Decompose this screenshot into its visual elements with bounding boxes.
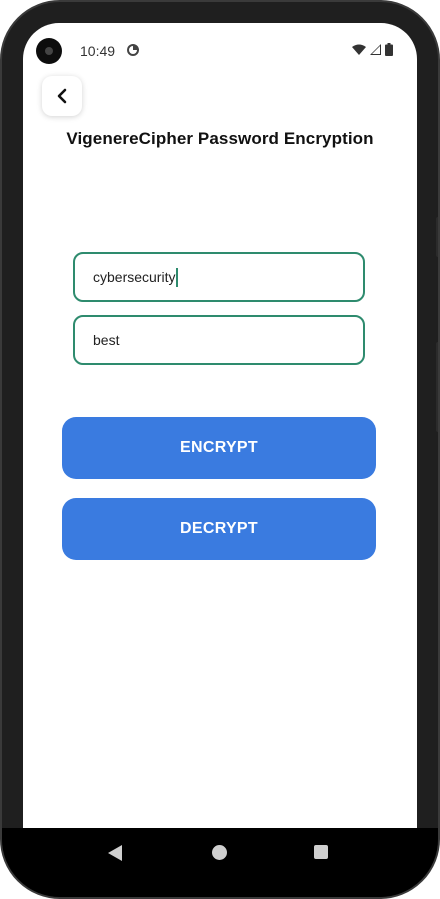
chevron-left-icon (57, 88, 67, 104)
text-cursor (176, 267, 179, 287)
status-time: 10:49 (80, 43, 116, 59)
nav-recents-icon[interactable] (314, 845, 328, 859)
status-bar: 10:49 (23, 23, 417, 79)
encrypt-button[interactable]: ENCRYPT (62, 417, 376, 479)
data-saver-icon (127, 44, 139, 56)
nav-back-icon[interactable] (108, 845, 122, 861)
battery-icon (385, 43, 393, 56)
status-icons (352, 43, 393, 56)
page-title: VigenereCipher Password Encryption (66, 129, 374, 148)
camera-icon (36, 38, 62, 64)
system-nav-bar (2, 828, 438, 897)
power-button (436, 342, 438, 432)
wifi-icon (352, 44, 366, 55)
signal-icon (370, 44, 381, 55)
key-input[interactable]: best (73, 315, 365, 365)
password-input[interactable]: cybersecurity (73, 252, 365, 302)
back-button[interactable] (42, 76, 82, 116)
volume-button (436, 217, 438, 257)
key-input-value: best (93, 332, 120, 348)
nav-home-icon[interactable] (212, 845, 227, 860)
decrypt-button[interactable]: DECRYPT (62, 498, 376, 560)
password-input-value: cybersecurity (93, 269, 176, 285)
phone-frame: 10:49 VigenereCipher Password Encryption… (0, 0, 440, 899)
app-screen: 10:49 VigenereCipher Password Encryption… (23, 23, 417, 828)
